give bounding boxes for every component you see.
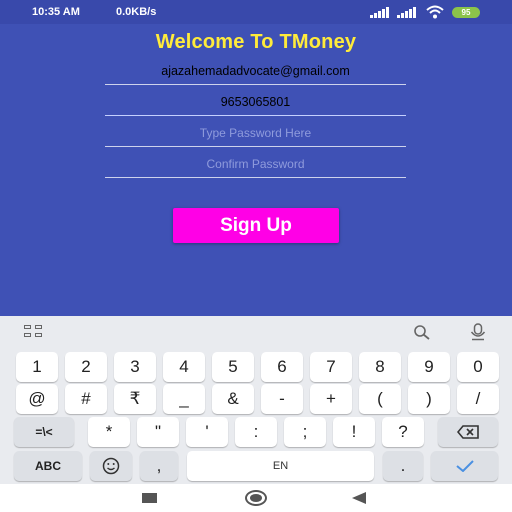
keyboard-toolbar xyxy=(0,316,512,346)
signal-icon xyxy=(370,7,390,18)
period-key[interactable]: . xyxy=(383,451,423,481)
space-key[interactable]: EN xyxy=(187,451,374,481)
key-slash[interactable]: / xyxy=(457,384,499,414)
enter-key[interactable] xyxy=(431,451,498,481)
navigation-bar xyxy=(0,484,512,512)
back-button[interactable] xyxy=(352,492,366,504)
home-button[interactable] xyxy=(245,490,267,506)
key-open-paren[interactable]: ( xyxy=(359,384,401,414)
key-plus[interactable]: + xyxy=(310,384,352,414)
keyboard: 1234567890 @ # ₹ _ & - +() / =\< * " ' : ; ! ? … xyxy=(0,316,512,484)
key-four[interactable]: 4 xyxy=(163,352,205,382)
apps-grid-icon[interactable] xyxy=(24,325,44,339)
key-three[interactable]: 3 xyxy=(114,352,156,382)
status-bar: 10:35 AM 0.0KB/s 95 xyxy=(0,0,512,24)
status-time: 10:35 AM xyxy=(32,6,80,18)
sign-up-button[interactable]: Sign Up xyxy=(173,208,339,243)
key-single-quote[interactable]: ' xyxy=(186,417,228,447)
key-exclamation[interactable]: ! xyxy=(333,417,375,447)
key-zero[interactable]: 0 xyxy=(457,352,499,382)
key-six[interactable]: 6 xyxy=(261,352,303,382)
emoji-key[interactable] xyxy=(90,451,132,481)
wifi-icon xyxy=(426,5,444,19)
search-icon[interactable] xyxy=(412,324,432,340)
key-semicolon[interactable]: ; xyxy=(284,417,326,447)
email-field[interactable]: ajazahemadadvocate@gmail.com xyxy=(105,61,406,85)
backspace-key[interactable] xyxy=(438,417,498,447)
key-ampersand[interactable]: & xyxy=(212,384,254,414)
key-two[interactable]: 2 xyxy=(65,352,107,382)
network-speed: 0.0KB/s xyxy=(116,6,157,18)
abc-key[interactable]: ABC xyxy=(14,451,82,481)
key-nine[interactable]: 9 xyxy=(408,352,450,382)
key-question[interactable]: ? xyxy=(382,417,424,447)
signup-screen: Welcome To TMoney ajazahemadadvocate@gma… xyxy=(0,24,512,316)
key-close-paren[interactable]: ) xyxy=(408,384,450,414)
key-double-quote[interactable]: " xyxy=(137,417,179,447)
recents-button[interactable] xyxy=(142,493,157,503)
key-colon[interactable]: : xyxy=(235,417,277,447)
key-five[interactable]: 5 xyxy=(212,352,254,382)
comma-key[interactable]: , xyxy=(140,451,178,481)
battery-icon: 95 xyxy=(452,7,480,18)
backspace-icon xyxy=(456,425,479,439)
key-underscore[interactable]: _ xyxy=(163,384,205,414)
key-rupee[interactable]: ₹ xyxy=(114,384,156,414)
key-hash[interactable]: # xyxy=(65,384,107,414)
key-one[interactable]: 1 xyxy=(16,352,58,382)
key-seven[interactable]: 7 xyxy=(310,352,352,382)
microphone-icon[interactable] xyxy=(468,323,488,341)
key-eight[interactable]: 8 xyxy=(359,352,401,382)
key-at[interactable]: @ xyxy=(16,384,58,414)
password-field[interactable]: Type Password Here xyxy=(105,123,406,147)
signal-icon-2 xyxy=(397,7,417,18)
key-asterisk[interactable]: * xyxy=(88,417,130,447)
page-title: Welcome To TMoney xyxy=(155,31,357,53)
emoji-icon xyxy=(102,457,120,475)
phone-field[interactable]: 9653065801 xyxy=(105,92,406,116)
symbols-page-key[interactable]: =\< xyxy=(14,417,74,447)
checkmark-icon xyxy=(455,460,474,473)
confirm-password-field[interactable]: Confirm Password xyxy=(105,154,406,178)
key-minus[interactable]: - xyxy=(261,384,303,414)
